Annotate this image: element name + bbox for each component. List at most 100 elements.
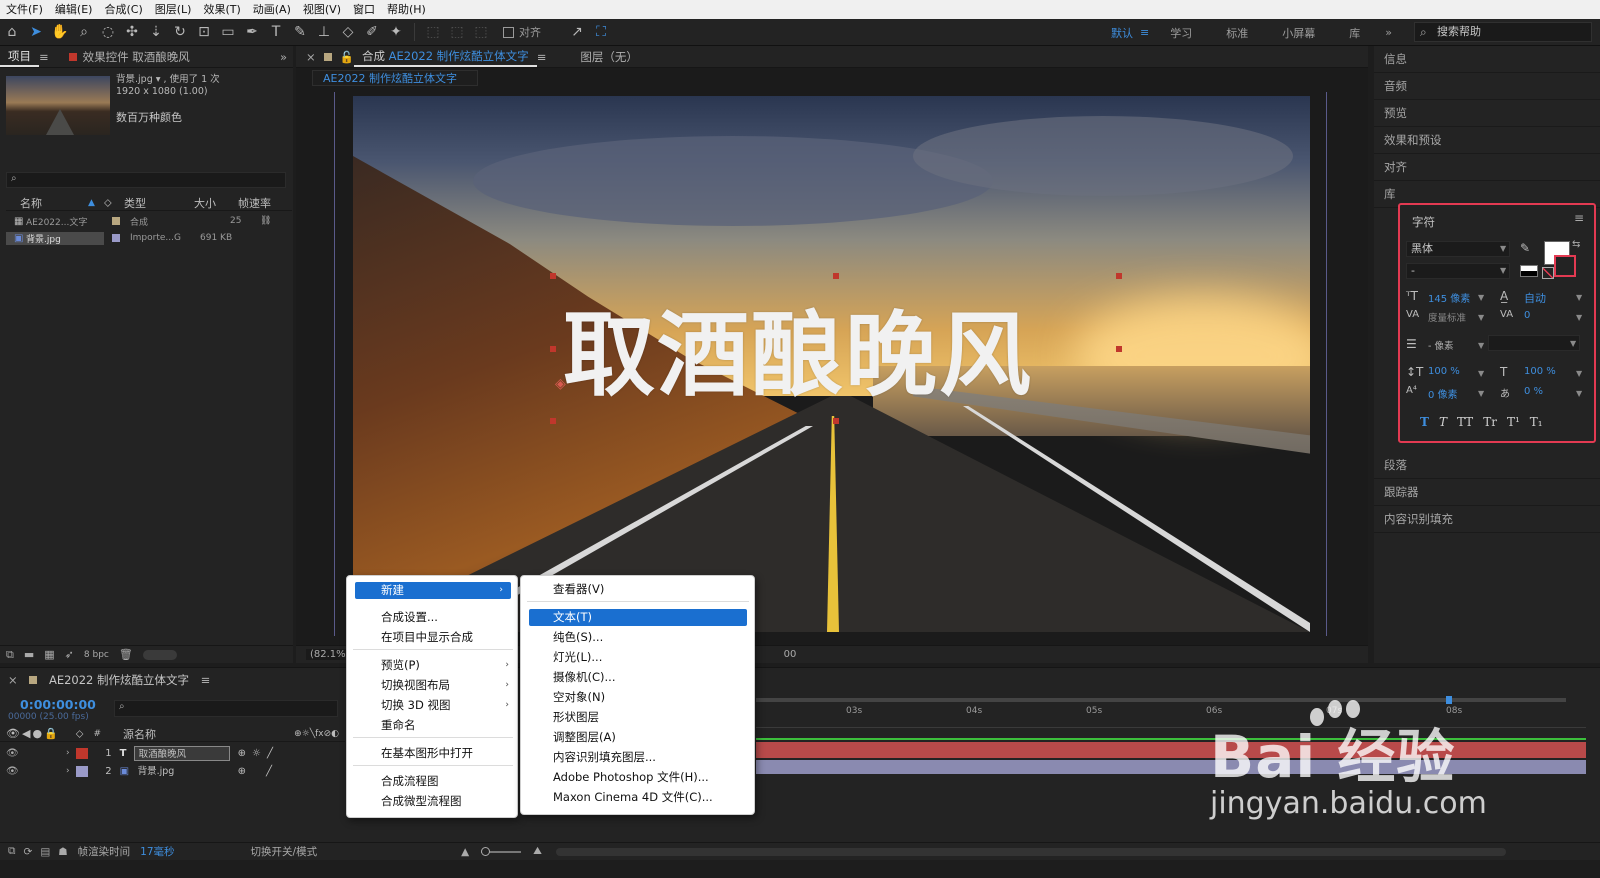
slider-knob[interactable] [481,846,491,856]
shy-switch-icon[interactable]: ⊕ [238,766,246,777]
baseline-shift-value[interactable]: 0 像素 [1428,386,1458,401]
pen-tool-icon[interactable]: ✒ [240,21,264,43]
snap-icon[interactable]: ↗ [565,21,589,43]
project-search-input[interactable]: ⌕ [6,172,286,188]
puppet-pin-icon[interactable]: ✦ [384,21,408,43]
font-style-select[interactable]: - [1406,263,1510,279]
chevron-down-icon[interactable]: ▼ [1570,339,1576,348]
layer-search-input[interactable]: ⌕ [114,700,338,717]
zoom-out-icon[interactable]: ▲ [461,846,469,858]
eye-icon[interactable]: 👁 [6,748,19,759]
solo-icon[interactable]: ● [32,727,42,740]
chevron-down-icon[interactable]: ▼ [1576,313,1582,322]
tracking-value[interactable]: 0 [1524,310,1530,321]
menu-item-reveal-in-project[interactable]: 在项目中显示合成 [347,629,473,646]
timeline-scrollbar[interactable] [555,847,1506,856]
workspace-standard[interactable]: 标准 [1209,25,1265,41]
shy-switch-icon[interactable]: ⊕ [238,748,246,759]
bpc-toggle[interactable]: 8 bpc [84,650,109,660]
transform-handle[interactable] [833,418,839,424]
chevron-down-icon[interactable]: ▼ [1500,244,1506,253]
menu-item-adjustment-layer[interactable]: 调整图层(A) [521,729,616,746]
menu-item-null-object[interactable]: 空对象(N) [521,689,605,706]
search-help-input[interactable]: ⌕ 搜索帮助 [1414,22,1592,42]
chevron-down-icon[interactable]: ▼ [1478,389,1484,398]
all-caps-button[interactable]: TT [1457,415,1473,429]
close-icon[interactable]: × [8,673,18,687]
zoom-slider[interactable] [481,846,522,856]
tab-layer[interactable]: 图层（无） [572,49,646,65]
font-family-select[interactable]: 黑体 [1406,241,1510,257]
footer-scroll-handle[interactable] [142,649,177,660]
menu-view[interactable]: 视图(V) [297,0,347,19]
brush-tool-icon[interactable]: ✎ [288,21,312,43]
menu-item-content-aware-fill-layer[interactable]: 内容识别填充图层... [521,749,656,766]
chevron-right-icon[interactable]: › [66,766,70,776]
menu-item-comp-mini-flowchart[interactable]: 合成微型流程图 [347,793,462,810]
project-item[interactable]: ▦ AE2022...文字 合成 25 ⛓ [6,213,286,229]
project-item[interactable]: ▣ 背景.jpg Importe...G 691 KB [6,230,286,246]
type-tool-icon[interactable]: T [264,21,288,43]
layer-row[interactable]: 👁 › 2 ▣ 背景.jpg ⊕ ╱ [0,762,345,780]
text-layer-title[interactable]: 取酒酿晚风 [563,281,1033,414]
panel-align[interactable]: 对齐 [1374,154,1600,181]
subscript-button[interactable]: T₁ [1530,415,1543,429]
motion-blur-icon[interactable]: ▤ [40,846,50,858]
flowchart-icon[interactable]: ⛓ [260,216,271,226]
no-color-icon[interactable] [1542,267,1554,279]
vertical-scale-value[interactable]: 100 % [1428,366,1460,377]
menu-item-switch-layout[interactable]: 切换视图布局 › [347,677,517,694]
panel-audio[interactable]: 音频 [1374,73,1600,100]
chevron-down-icon[interactable]: ▼ [1478,369,1484,378]
panel-effects-presets[interactable]: 效果和预设 [1374,127,1600,154]
tab-effect-controls[interactable]: 效果控件 取酒酿晚风 [83,49,198,65]
menu-item-cinema4d-file[interactable]: Maxon Cinema 4D 文件(C)... [521,789,713,806]
eyedropper-icon[interactable]: ✎ [1520,241,1530,255]
panel-menu-icon[interactable]: ≡ [1574,211,1584,225]
menu-item-shape-layer[interactable]: 形状图层 [521,709,599,726]
composition-icon[interactable]: ⧉ [8,845,16,858]
chevron-down-icon[interactable]: ▼ [1478,341,1484,350]
menu-item-comp-flowchart[interactable]: 合成流程图 [347,773,439,790]
clone-stamp-icon[interactable]: ⊥ [312,21,336,43]
timeline-tab[interactable]: × AE2022 制作炫酷立体文字 ≡ [8,672,210,688]
delete-icon[interactable]: 🗑 [119,648,133,661]
graph-editor-icon[interactable]: ☗ [58,846,67,858]
transform-handle[interactable] [1116,346,1122,352]
home-icon[interactable]: ⌂ [0,21,24,43]
menu-item-rename[interactable]: 重命名 [347,717,416,734]
panel-paragraph[interactable]: 段落 [1374,452,1600,479]
selection-tool-icon[interactable]: ➤ [24,21,48,43]
new-composition-icon[interactable]: ▦ [44,648,54,661]
orbit-tool-icon[interactable]: ◌ [96,21,120,43]
column-size[interactable]: 大小 [194,195,238,211]
menu-item-viewer[interactable]: 查看器(V) [521,581,604,598]
axis-local-icon[interactable]: ⬚ [421,21,445,43]
transform-handle[interactable] [1116,273,1122,279]
menu-item-switch-3d-view[interactable]: 切换 3D 视图 › [347,697,517,714]
chevron-down-icon[interactable]: ▼ [1576,369,1582,378]
workspace-menu-icon[interactable]: ≡ [1140,26,1149,39]
tab-project[interactable]: 项目 [0,47,39,67]
interpret-footage-icon[interactable]: ⧉ [6,648,14,662]
layer-name[interactable]: 取酒酿晚风 [133,745,230,761]
anchor-tool-icon[interactable]: ⊡ [192,21,216,43]
chevron-right-icon[interactable]: › [66,748,70,758]
menu-item-new[interactable]: 新建 › [355,582,511,599]
close-icon[interactable]: × [306,50,316,64]
transform-handle[interactable] [550,346,556,352]
menu-item-solid[interactable]: 纯色(S)... [521,629,603,646]
new-folder-icon[interactable]: ▬ [24,648,34,661]
menu-item-text[interactable]: 文本(T) [529,609,747,626]
menu-item-camera[interactable]: 摄像机(C)... [521,669,615,686]
workspace-libraries[interactable]: 库 [1332,25,1377,41]
default-colors-icon[interactable] [1520,265,1538,277]
stroke-width-value[interactable]: - 像素 [1428,338,1453,352]
axis-view-icon[interactable]: ⬚ [469,21,493,43]
menu-item-light[interactable]: 灯光(L)... [521,649,602,666]
kerning-value[interactable]: 度量标准 [1428,310,1466,324]
chevron-down-icon[interactable]: ▼ [1576,389,1582,398]
dolly-tool-icon[interactable]: ⇣ [144,21,168,43]
rotate-tool-icon[interactable]: ↻ [168,21,192,43]
label-color-swatch[interactable] [75,747,88,759]
